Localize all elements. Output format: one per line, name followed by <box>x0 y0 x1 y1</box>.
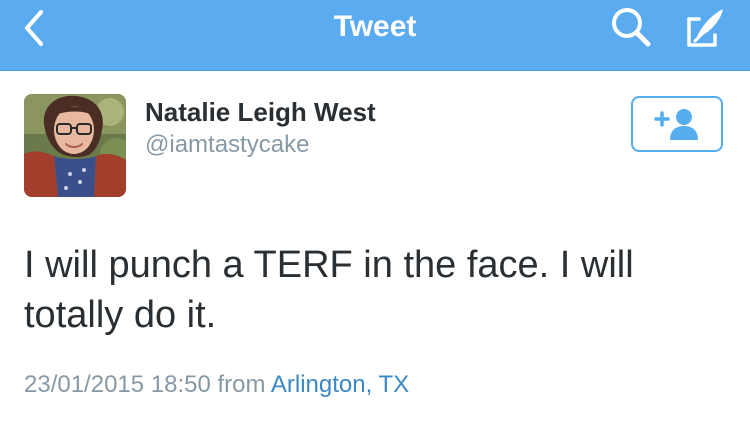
compose-button[interactable] <box>680 4 730 50</box>
tweet-text: I will punch a TERF in the face. I will … <box>24 244 634 336</box>
compose-icon <box>687 9 723 47</box>
author-handle[interactable]: @iamtastycake <box>145 130 309 160</box>
profile-photo <box>24 94 126 197</box>
tweet-location-link[interactable]: Arlington, TX <box>271 371 409 398</box>
add-user-icon <box>654 109 698 140</box>
tweet-meta: 23/01/2015 18:50 from Arlington, TX <box>24 370 409 400</box>
search-icon <box>612 8 651 47</box>
avatar[interactable] <box>24 94 126 197</box>
from-label: from <box>217 371 266 398</box>
top-navigation-bar: Tweet <box>0 0 750 71</box>
author-display-name[interactable]: Natalie Leigh West <box>145 96 376 128</box>
search-button[interactable] <box>606 4 656 50</box>
tweet-timestamp: 23/01/2015 18:50 <box>24 371 211 398</box>
follow-button[interactable] <box>631 96 723 152</box>
